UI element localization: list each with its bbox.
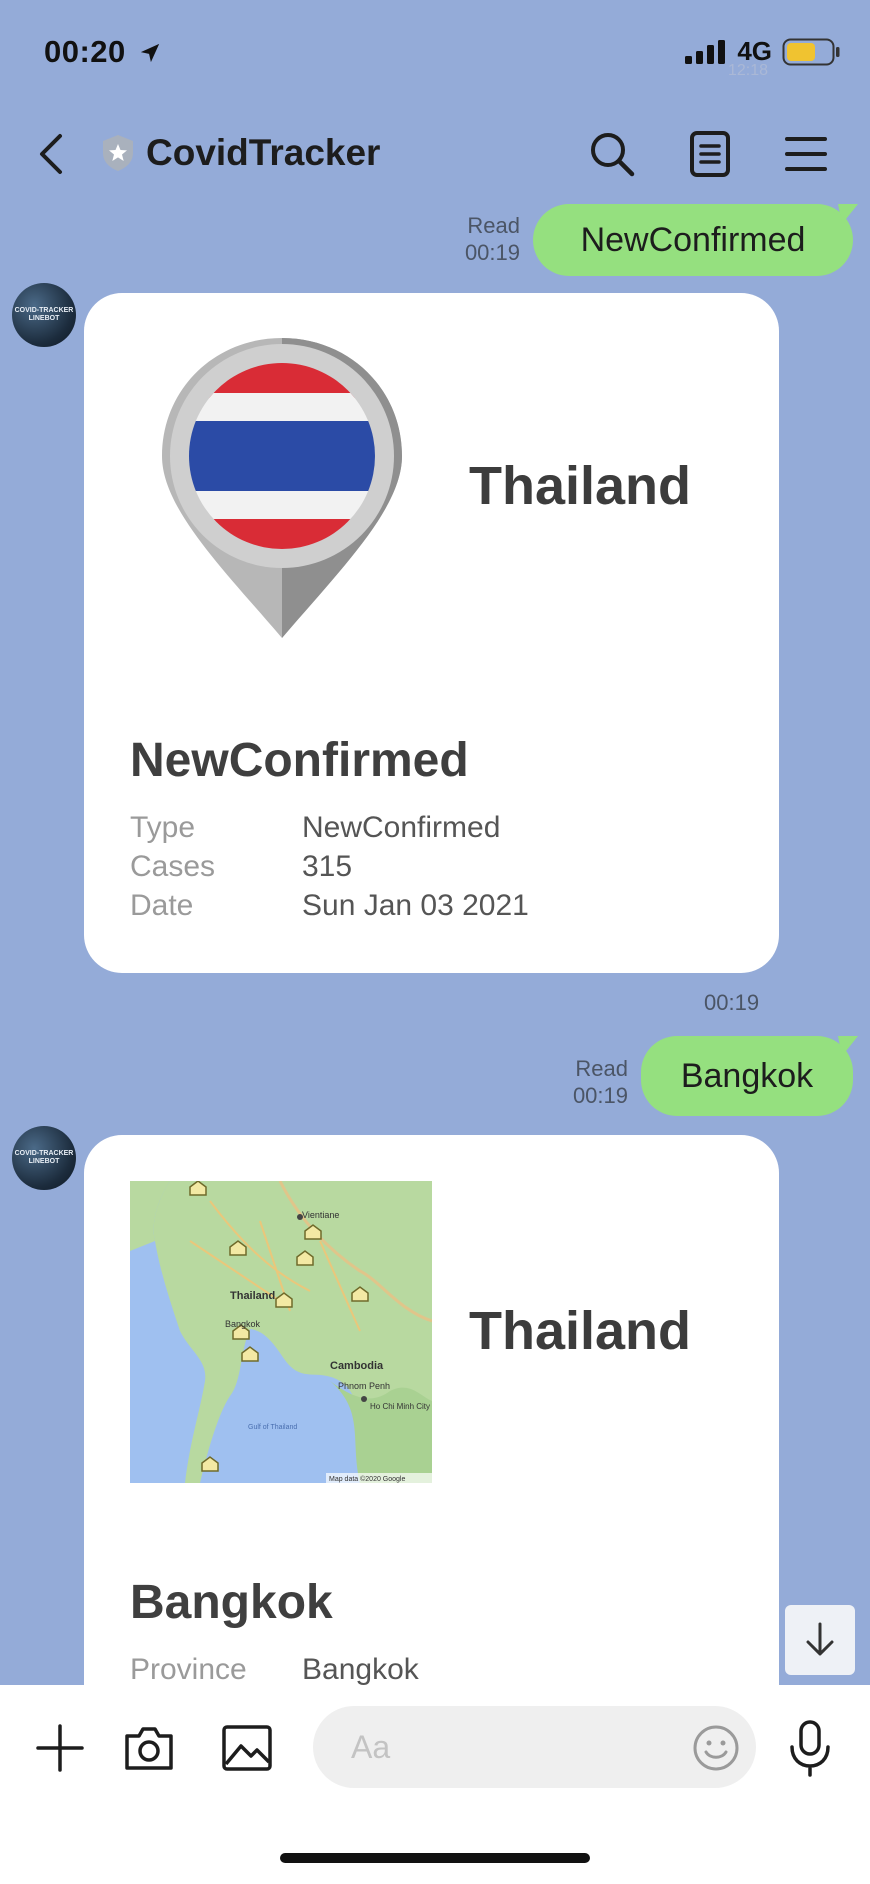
hamburger-menu-icon xyxy=(785,137,827,171)
signal-icon xyxy=(685,39,726,64)
message-text: Bangkok xyxy=(680,1056,814,1095)
map-label-bangkok: Bangkok xyxy=(225,1319,261,1329)
message-time: 00:19 xyxy=(572,1083,628,1108)
read-receipt: Read 00:19 xyxy=(420,212,520,266)
row-value-province: Bangkok xyxy=(302,1653,419,1686)
map-attribution: Map data ©2020 Google xyxy=(329,1475,405,1483)
card-heading: Bangkok xyxy=(130,1576,333,1629)
flex-card-new-confirmed[interactable]: Thailand NewConfirmed Type NewConfirmed … xyxy=(84,293,779,973)
row-label-date: Date xyxy=(130,889,194,922)
search-button[interactable] xyxy=(584,126,640,182)
camera-icon xyxy=(125,1727,173,1770)
outgoing-message[interactable]: Bangkok xyxy=(641,1036,853,1116)
avatar-text: COVID-TRACKER LINEBOT xyxy=(14,1150,74,1165)
bot-avatar[interactable]: COVID-TRACKER LINEBOT xyxy=(12,283,76,347)
voice-button[interactable] xyxy=(784,1718,836,1778)
row-label-type: Type xyxy=(130,811,196,844)
map-label-vientiane: Vientiane xyxy=(302,1210,339,1220)
image-icon xyxy=(222,1725,272,1771)
flex-card-bangkok[interactable]: Vientiane Thailand Bangkok Cambodia Phno… xyxy=(84,1135,779,1735)
smiley-icon xyxy=(693,1725,739,1771)
bubble-tail xyxy=(838,204,858,224)
search-icon xyxy=(591,133,635,177)
row-value-date: Sun Jan 03 2021 xyxy=(302,889,529,922)
row-value-cases: 315 xyxy=(302,850,353,883)
status-time: 00:20 xyxy=(44,34,161,70)
bot-avatar[interactable]: COVID-TRACKER LINEBOT xyxy=(12,1126,76,1190)
home-indicator xyxy=(280,1853,590,1863)
row-label-province: Province xyxy=(130,1653,247,1686)
location-arrow-icon xyxy=(140,43,160,63)
battery-icon xyxy=(782,38,840,65)
country-name: Thailand xyxy=(469,1301,692,1361)
status-right: 4G xyxy=(685,36,840,67)
map-label-phnom-penh: Phnom Penh xyxy=(338,1381,390,1391)
bubble-tail xyxy=(838,1036,858,1056)
back-button[interactable] xyxy=(34,130,74,180)
emoji-button[interactable] xyxy=(690,1722,742,1774)
avatar-text: COVID-TRACKER LINEBOT xyxy=(14,307,74,322)
official-badge-icon xyxy=(100,133,136,178)
chevron-left-icon xyxy=(40,134,62,174)
map-thumbnail[interactable]: Vientiane Thailand Bangkok Cambodia Phno… xyxy=(130,1181,432,1483)
row-value-type: NewConfirmed xyxy=(302,811,501,844)
message-time: 00:19 xyxy=(464,240,520,265)
row-label-cases: Cases xyxy=(130,850,216,883)
notes-button[interactable] xyxy=(682,126,738,182)
map-label-ho-chi-minh: Ho Chi Minh City xyxy=(370,1402,430,1411)
outgoing-message[interactable]: NewConfirmed xyxy=(533,204,853,276)
map-label-cambodia: Cambodia xyxy=(330,1360,384,1372)
card-time: 00:19 xyxy=(704,990,760,1015)
read-label: Read xyxy=(575,1056,628,1081)
network-type: 4G xyxy=(737,36,772,66)
menu-button[interactable] xyxy=(778,126,834,182)
card-heading: NewConfirmed xyxy=(130,734,469,787)
read-receipt: Read 00:19 xyxy=(528,1055,628,1109)
message-text: NewConfirmed xyxy=(580,220,806,259)
camera-button[interactable] xyxy=(122,1722,176,1774)
plus-icon xyxy=(36,1724,84,1772)
notes-icon xyxy=(690,131,730,177)
scroll-to-bottom-button[interactable] xyxy=(785,1605,855,1675)
microphone-icon xyxy=(790,1720,830,1777)
chat-title: CovidTracker xyxy=(146,132,381,173)
map-label-thailand: Thailand xyxy=(230,1290,275,1302)
map-label-gulf: Gulf of Thailand xyxy=(248,1424,297,1431)
gallery-button[interactable] xyxy=(220,1722,274,1774)
country-name: Thailand xyxy=(469,456,692,516)
arrow-down-icon xyxy=(806,1622,834,1656)
add-button[interactable] xyxy=(34,1722,86,1774)
thailand-location-pin-icon xyxy=(162,338,402,638)
read-label: Read xyxy=(467,213,520,238)
